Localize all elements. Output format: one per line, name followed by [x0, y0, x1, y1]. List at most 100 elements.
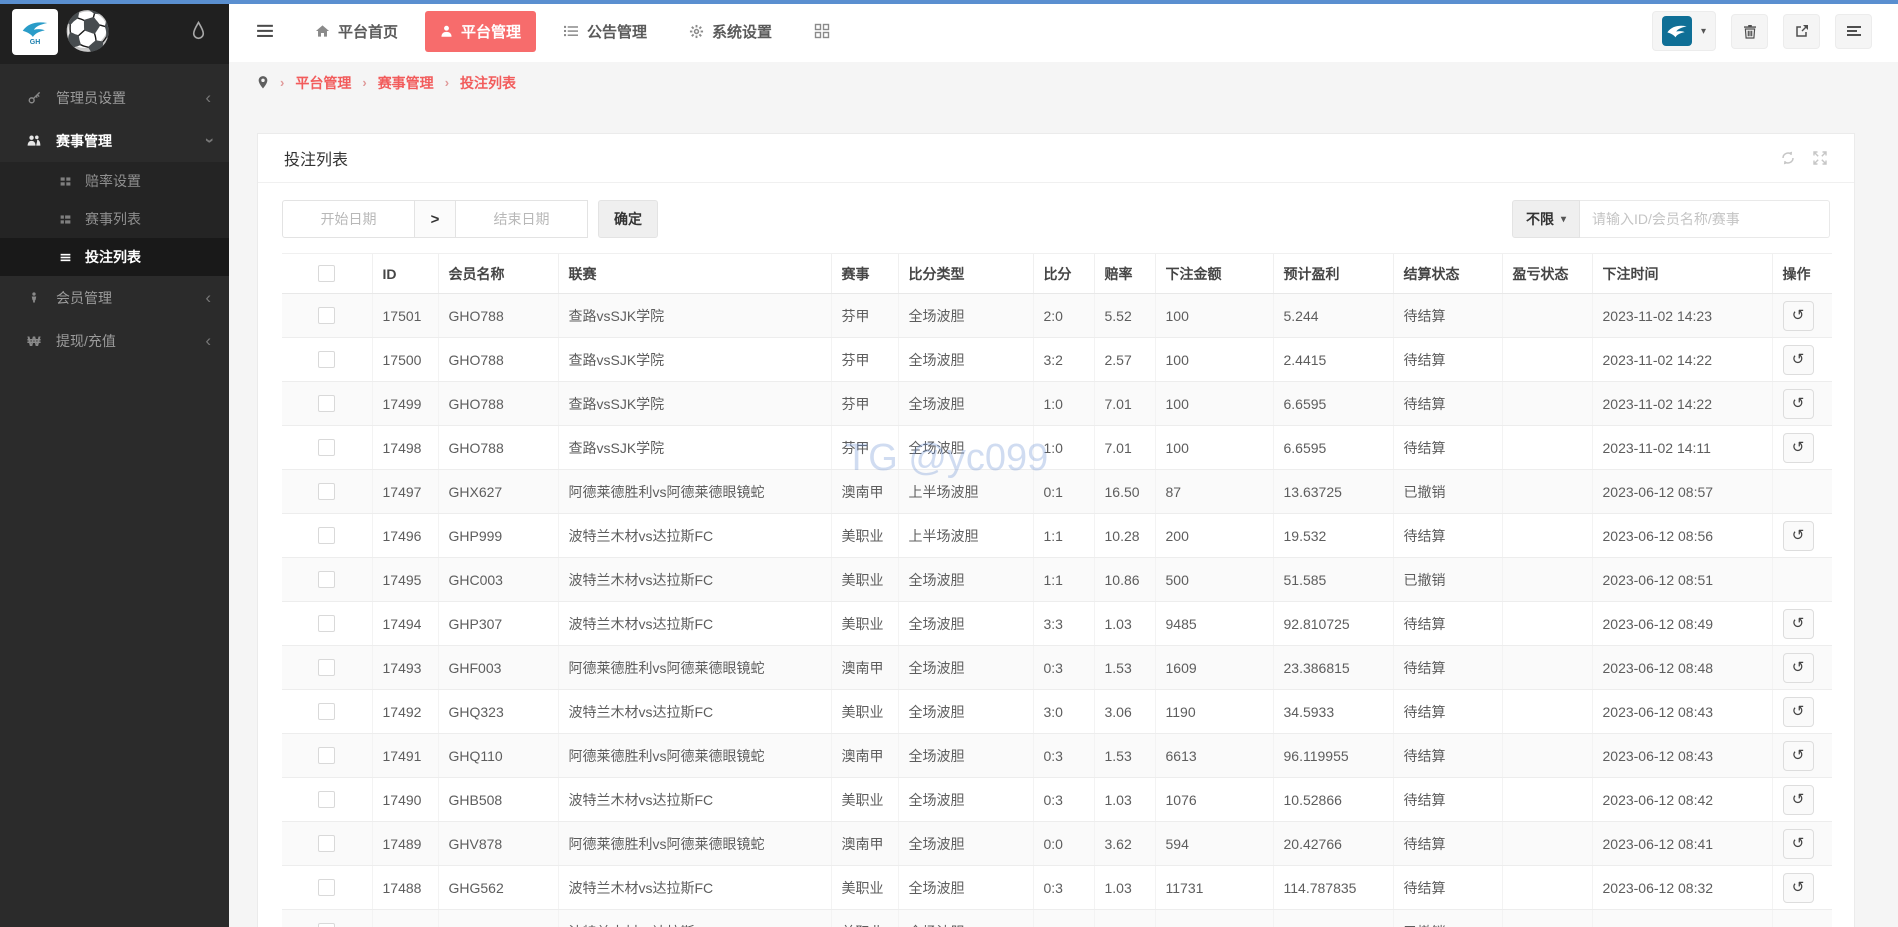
table-cell [1502, 865, 1593, 910]
breadcrumb-item[interactable]: 赛事管理 [378, 73, 434, 93]
hamburger-icon[interactable] [256, 23, 274, 39]
sidebar-item-admin-settings[interactable]: 管理员设置 ‹ [0, 76, 229, 119]
brand-logo[interactable]: GH [12, 9, 58, 55]
user-avatar-dropdown[interactable]: ▾ [1651, 11, 1716, 51]
fullscreen-icon[interactable] [1812, 150, 1828, 166]
table-cell: 待结算 [1393, 777, 1503, 822]
end-date-input[interactable] [455, 200, 588, 238]
caret-down-icon: ▾ [1700, 25, 1706, 37]
undo-action-button[interactable]: ↺ [1782, 388, 1814, 419]
layout-list-button[interactable] [1835, 13, 1872, 49]
undo-action-button[interactable]: ↺ [1782, 696, 1814, 727]
table-cell: 7.01 [1094, 425, 1156, 470]
nav-item-system-settings[interactable]: 系统设置 [674, 11, 787, 52]
confirm-button[interactable]: 确定 [598, 200, 658, 238]
row-checkbox[interactable] [318, 703, 336, 721]
row-checkbox[interactable] [318, 615, 336, 633]
breadcrumb-item[interactable]: 平台管理 [295, 73, 351, 93]
row-checkbox[interactable] [318, 835, 336, 853]
nav-item-announcement-management[interactable]: 公告管理 [548, 11, 662, 52]
nav-item-platform-management[interactable]: 平台管理 [425, 10, 537, 52]
table-cell: 13.63725 [1273, 469, 1394, 514]
column-header: 操作 [1772, 253, 1832, 294]
refresh-icon[interactable] [1780, 150, 1796, 166]
table-cell: 3.06 [1094, 909, 1156, 927]
undo-action-button[interactable]: ↺ [1782, 784, 1814, 815]
row-checkbox[interactable] [318, 791, 336, 809]
nav-item-label: 平台首页 [338, 23, 399, 41]
row-checkbox[interactable] [318, 747, 336, 765]
select-all-checkbox[interactable] [318, 265, 336, 283]
table-cell: 17489 [372, 821, 439, 866]
sidebar-item-bet-list[interactable]: 投注列表 [0, 238, 229, 276]
table-cell: 1.53 [1094, 733, 1156, 778]
scope-dropdown-button[interactable]: 不限 ▾ [1511, 200, 1580, 238]
undo-action-button[interactable]: ↺ [1782, 520, 1814, 551]
row-checkbox[interactable] [318, 395, 336, 413]
table-cell: 澳南甲 [831, 733, 899, 778]
table-cell: 查路vsSJK学院 [558, 425, 832, 470]
table-cell: 0:3 [1033, 645, 1095, 690]
table-cell: 100 [1155, 337, 1274, 382]
nav-item-platform-home[interactable]: 平台首页 [300, 11, 413, 52]
undo-action-button[interactable]: ↺ [1782, 872, 1814, 903]
column-header: 比分类型 [898, 253, 1034, 294]
table-cell: 美职业 [831, 777, 899, 822]
undo-action-button[interactable]: ↺ [1782, 828, 1814, 859]
table-cell: 100 [1155, 425, 1274, 470]
row-checkbox[interactable] [318, 483, 336, 501]
table-row: 17494 GHP307 波特兰木材vs达拉斯FC 美职业 全场波胆 3:3 1.03 948… [282, 601, 1832, 646]
undo-action-button[interactable]: ↺ [1782, 652, 1814, 683]
table-cell: 2023-06-12 08:43 [1592, 689, 1773, 734]
table-row: 17492 GHQ323 波特兰木材vs达拉斯FC 美职业 全场波胆 3:0 3.06 119… [282, 689, 1832, 734]
map-marker-icon [257, 75, 269, 90]
row-checkbox[interactable] [318, 571, 336, 589]
row-checkbox[interactable] [318, 307, 336, 325]
undo-action-button[interactable]: ↺ [1782, 300, 1814, 331]
search-input[interactable] [1580, 200, 1830, 238]
table-cell: 待结算 [1393, 293, 1503, 338]
table-cell: 查路vsSJK学院 [558, 381, 832, 426]
undo-action-button[interactable]: ↺ [1782, 608, 1814, 639]
sidebar-item-match-list[interactable]: 赛事列表 [0, 200, 229, 238]
trash-button[interactable] [1731, 13, 1768, 49]
undo-action-button[interactable]: ↺ [1782, 344, 1814, 375]
table-cell: 全场波胆 [898, 293, 1034, 338]
row-checkbox[interactable] [318, 351, 336, 369]
nav-item-apps-grid[interactable] [799, 13, 845, 49]
row-checkbox[interactable] [318, 923, 336, 927]
table-cell: 美职业 [831, 601, 899, 646]
table-cell [1502, 777, 1593, 822]
table-row: 17487GHQ323波特兰木材vs达拉斯FC美职业全场波胆3:03.06116… [282, 909, 1832, 927]
breadcrumb-item[interactable]: 投注列表 [460, 73, 516, 93]
column-header: 联赛 [558, 253, 832, 294]
table-cell: 全场波胆 [898, 689, 1034, 734]
row-checkbox[interactable] [318, 879, 336, 897]
table-row: 17489 GHV878 阿德莱德胜利vs阿德莱德眼镜蛇 澳南甲 全场波胆 0:0 3.62… [282, 821, 1832, 866]
undo-action-button[interactable]: ↺ [1782, 740, 1814, 771]
undo-action-button[interactable]: ↺ [1782, 432, 1814, 463]
sidebar-item-member-management[interactable]: 会员管理 ‹ [0, 276, 229, 319]
table-cell: 34.5933 [1273, 689, 1394, 734]
external-link-button[interactable] [1783, 13, 1820, 49]
start-date-input[interactable] [282, 200, 415, 238]
sidebar-item-label: 赔率设置 [85, 173, 141, 189]
table-cell [1502, 425, 1593, 470]
sidebar-item-withdraw-deposit[interactable]: ₩ 提现/充值 ‹ [0, 319, 229, 362]
grid-outline-icon [814, 23, 830, 39]
table-cell: 2.57 [1094, 337, 1156, 382]
row-checkbox[interactable] [318, 527, 336, 545]
filter-row: > 确定 不限 ▾ [282, 200, 1830, 238]
sidebar-item-odds-settings[interactable]: 赔率设置 [0, 162, 229, 200]
table-cell: 美职业 [831, 557, 899, 602]
table-cell [1502, 601, 1593, 646]
table-cell: GHB508 [438, 777, 559, 822]
table-cell: 100 [1155, 293, 1274, 338]
table-cell: 3:3 [1033, 601, 1095, 646]
table-cell: 阿德莱德胜利vs阿德莱德眼镜蛇 [558, 733, 832, 778]
th-list-icon [56, 213, 74, 226]
row-checkbox[interactable] [318, 439, 336, 457]
row-checkbox[interactable] [318, 659, 336, 677]
sidebar-item-match-management[interactable]: 赛事管理 ‹ [0, 119, 229, 162]
table-cell: 待结算 [1393, 865, 1503, 910]
